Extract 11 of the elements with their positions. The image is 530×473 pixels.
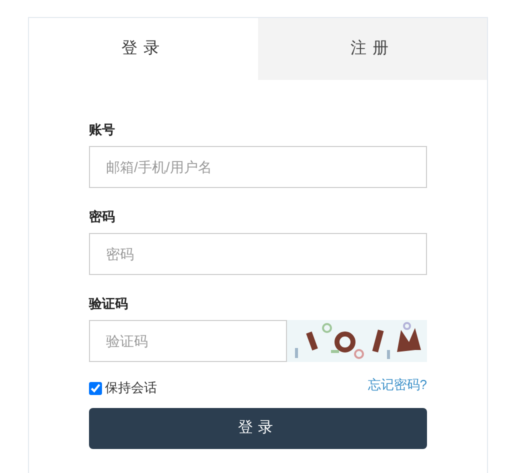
field-label: 密码 (89, 208, 116, 226)
input-field[interactable]: 验证码 (89, 320, 287, 362)
input-field[interactable]: 邮箱/手机/用户名 (89, 146, 427, 188)
login-button[interactable]: 登录 (89, 408, 427, 449)
forgot-password-link[interactable]: 忘记密码? (368, 375, 427, 395)
checkbox[interactable] (89, 382, 102, 394)
checkbox-label: 保持会话 (105, 379, 157, 398)
input-field[interactable]: 密码 (89, 233, 427, 275)
field-label: 验证码 (89, 295, 129, 313)
field-label: 账号 (89, 121, 116, 139)
tab[interactable]: 注册 (258, 18, 487, 80)
